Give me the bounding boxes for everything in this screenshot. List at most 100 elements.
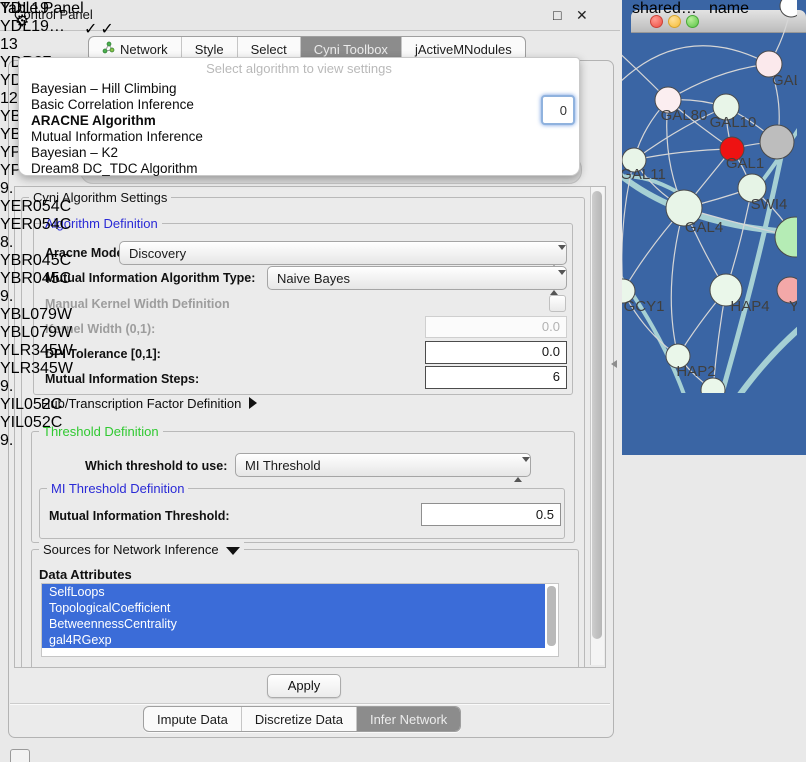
algorithm-dropdown-list: Bayesian – Hill ClimbingBasic Correlatio… <box>19 81 579 177</box>
table-row[interactable]: YDL19…YDL19…13 <box>0 0 75 54</box>
network-node-label: GAL1 <box>726 155 764 172</box>
algorithm-option-bayesian-hill-climbing[interactable]: Bayesian – Hill Climbing <box>19 81 579 97</box>
manual-kernel-width-checkbox[interactable] <box>549 295 566 312</box>
table-cell: YIL052C <box>0 414 75 432</box>
which-threshold-select[interactable]: MI Threshold <box>235 453 531 477</box>
network-node-label: SWI4 <box>751 196 788 213</box>
settings-scrollbar-thumb[interactable] <box>592 191 602 639</box>
network-node-label: HAP2 <box>676 363 715 380</box>
table-row[interactable]: YBR045CYBR045C9. <box>0 252 75 306</box>
column-header-shared-name[interactable]: shared… <box>632 0 709 18</box>
network-edge[interactable] <box>736 318 797 393</box>
expand-right-icon <box>249 397 257 409</box>
tab-label: Infer Network <box>370 712 447 727</box>
table-cell: YER054C <box>0 198 75 216</box>
table-cell: 13 <box>0 36 75 54</box>
divider <box>10 703 610 704</box>
tab-impute-data[interactable]: Impute Data <box>144 707 241 731</box>
kernel-width-input[interactable]: 0.0 <box>425 316 567 338</box>
table-cell: YBR045C <box>0 270 75 288</box>
data-attributes-list[interactable]: SelfLoopsTopologicalCoefficientBetweenne… <box>41 583 559 657</box>
tab-infer-network[interactable]: Infer Network <box>356 707 460 731</box>
restore-panel-icon[interactable] <box>10 749 30 762</box>
table-cell: YDL19… <box>0 0 75 18</box>
attribute-item-selfloops[interactable]: SelfLoops <box>42 584 545 600</box>
sources-legend-label: Sources for Network Inference <box>43 542 219 557</box>
network-icon <box>102 41 115 57</box>
network-node-label: GAL10 <box>710 114 757 131</box>
attribute-item-topologicalcoefficient[interactable]: TopologicalCoefficient <box>42 600 545 616</box>
tab-label: Network <box>120 42 168 57</box>
mi-algorithm-type-value: Naive Bayes <box>277 271 350 286</box>
network-node-label: GAL4 <box>685 219 723 236</box>
network-edge[interactable] <box>622 46 769 88</box>
network-canvas[interactable]: GALGAL80GAL10GAL1GAL11SWI4GAL4GCY1HAP4YH… <box>622 0 797 398</box>
network-node-label: GAL80 <box>661 107 708 124</box>
table-cell: YLR345W <box>0 360 75 378</box>
table-cell: 9. <box>0 432 75 450</box>
aracne-mode-value: Discovery <box>129 246 186 261</box>
attribute-item-gal4rgexp[interactable]: gal4RGexp <box>42 632 545 648</box>
table-cell: 9. <box>0 180 75 198</box>
close-icon[interactable]: ✕ <box>576 7 588 24</box>
network-node[interactable] <box>775 217 797 257</box>
settings-scrollbar[interactable] <box>590 187 604 665</box>
select-all-icon[interactable]: ✓✓ <box>84 19 114 39</box>
which-threshold-value: MI Threshold <box>245 458 321 473</box>
float-window-icon[interactable]: □ <box>553 7 561 23</box>
data-attributes-label: Data Attributes <box>39 567 132 582</box>
splitter-collapse-arrow[interactable] <box>611 360 617 368</box>
table-cell: 8. <box>0 234 75 252</box>
tab-label: Impute Data <box>157 712 228 727</box>
mi-threshold-input[interactable]: 0.5 <box>421 503 561 526</box>
data-attributes-items: SelfLoopsTopologicalCoefficientBetweenne… <box>42 584 558 648</box>
table-row[interactable]: YER054CYER054C8. <box>0 198 75 252</box>
attribute-item-betweennesscentrality[interactable]: BetweennessCentrality <box>42 616 545 632</box>
list-scrollbar-thumb[interactable] <box>547 586 556 646</box>
tab-label: Style <box>195 42 224 57</box>
network-edge[interactable] <box>668 64 769 100</box>
tab-discretize-data[interactable]: Discretize Data <box>241 707 356 731</box>
obscured-spinner-field[interactable]: 0 <box>541 95 575 125</box>
stepper-arrows-icon <box>514 458 523 481</box>
mi-algorithm-type-select[interactable]: Naive Bayes <box>267 266 567 290</box>
apply-button[interactable]: Apply <box>267 674 341 698</box>
mi-threshold-definition-legend: MI Threshold Definition <box>47 481 188 496</box>
cyni-bottom-tabbar: Impute Data Discretize Data Infer Network <box>143 706 461 732</box>
column-header-name[interactable]: name <box>709 0 786 18</box>
list-scrollbar[interactable] <box>547 586 556 650</box>
network-node-label: Y <box>789 298 797 315</box>
network-node[interactable] <box>701 378 725 393</box>
tab-label: Discretize Data <box>255 712 343 727</box>
table-row[interactable]: YBL079WYBL079W <box>0 306 75 342</box>
network-node[interactable] <box>760 125 794 159</box>
aracne-mode-select[interactable]: Discovery <box>119 241 567 265</box>
table-cell: YBL079W <box>0 324 75 342</box>
table-cell: 9. <box>0 288 75 306</box>
which-threshold-label: Which threshold to use: <box>85 459 227 473</box>
network-edge[interactable] <box>634 149 732 160</box>
dpi-tolerance-input[interactable]: 0.0 <box>425 341 567 364</box>
mi-steps-input[interactable]: 6 <box>425 366 567 389</box>
network-node-label: GAL11 <box>622 166 666 183</box>
table-cell: YBL079W <box>0 306 75 324</box>
algorithm-option-bayesian-k2[interactable]: Bayesian – K2 <box>19 145 579 161</box>
application-root: Control Panel □ ✕ NetworkStyleSelectCyni… <box>0 0 806 762</box>
tab-label: Select <box>251 42 287 57</box>
stepper-arrows-icon <box>550 271 559 294</box>
mi-algorithm-type-label: Mutual Information Algorithm Type: <box>45 271 255 285</box>
algorithm-option-mutual-information-inference[interactable]: Mutual Information Inference <box>19 129 579 145</box>
tab-label: Cyni Toolbox <box>314 42 388 57</box>
algorithm-dropdown-placeholder: Select algorithm to view settings <box>19 61 579 76</box>
table-cell: YER054C <box>0 216 75 234</box>
algorithm-option-basic-correlation-inference[interactable]: Basic Correlation Inference <box>19 97 579 113</box>
table-row[interactable]: YLR345WYLR345W9. <box>0 342 75 396</box>
network-node-label: GAL <box>772 72 797 89</box>
network-edge[interactable] <box>671 208 684 356</box>
algorithm-option-dream8-dc-tdc-algorithm[interactable]: Dream8 DC_TDC Algorithm <box>19 161 579 177</box>
table-row[interactable]: YIL052CYIL052C9. <box>0 396 75 450</box>
table-cell: YLR345W <box>0 342 75 360</box>
table-cell: 9. <box>0 378 75 396</box>
algorithm-option-aracne-algorithm[interactable]: ARACNE Algorithm <box>19 113 579 129</box>
table-cell: YBR045C <box>0 252 75 270</box>
